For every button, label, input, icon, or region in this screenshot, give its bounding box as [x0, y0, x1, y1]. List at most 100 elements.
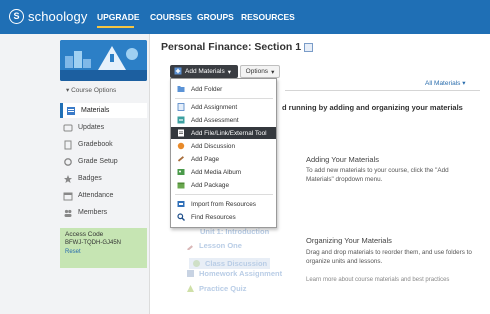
menu-item-label: Import from Resources — [191, 200, 256, 208]
sidebar-item-gradebook[interactable]: Gradebook — [60, 137, 147, 152]
organizing-materials-heading: Organizing Your Materials — [306, 236, 392, 245]
access-code-reset-link[interactable]: Reset — [65, 249, 142, 255]
menu-item-add-discussion[interactable]: Add Discussion — [171, 140, 276, 152]
page-icon — [177, 155, 185, 163]
sidebar-item-materials[interactable]: Materials — [60, 103, 147, 118]
ghost-quiz-icon — [187, 285, 194, 292]
top-navigation-bar: S schoology UPGRADE COURSES GROUPS RESOU… — [0, 0, 490, 34]
sidebar-item-label: Updates — [78, 124, 105, 131]
media-album-icon — [177, 168, 185, 176]
members-icon — [63, 208, 73, 218]
sidebar-item-label: Attendance — [78, 192, 114, 199]
menu-item-add-file-link[interactable]: Add File/Link/External Tool — [171, 127, 276, 139]
menu-item-import-resources[interactable]: Import from Resources — [171, 198, 276, 210]
ghost-folder-item: Unit 1: Introduction — [200, 227, 269, 236]
access-code-value: BFWJ-TQDH-GJ45N — [65, 240, 121, 246]
assignment-icon — [177, 103, 185, 111]
grade-setup-icon — [63, 157, 73, 167]
course-info-icon[interactable] — [304, 42, 314, 52]
logo-mark: S — [9, 9, 24, 24]
access-code-title: Access Code — [65, 231, 104, 238]
gradebook-icon — [63, 140, 73, 150]
menu-separator — [175, 98, 273, 99]
ghost-label: Homework Assignment — [199, 269, 283, 278]
menu-item-add-folder[interactable]: Add Folder — [171, 83, 276, 95]
content-divider — [285, 90, 480, 91]
ghost-quiz-item: Practice Quiz — [186, 284, 247, 293]
menu-item-label: Add Discussion — [191, 142, 236, 150]
nav-resources[interactable]: RESOURCES — [241, 12, 295, 22]
nav-groups[interactable]: GROUPS — [197, 12, 234, 22]
sidebar-item-grade-setup[interactable]: Grade Setup — [60, 154, 147, 169]
find-icon — [177, 213, 185, 221]
ghost-lesson-item: Lesson One — [186, 241, 242, 250]
badge-icon — [63, 174, 73, 184]
page-title: Personal Finance: Section 1 — [161, 41, 314, 53]
menu-item-find-resources[interactable]: Find Resources — [171, 211, 276, 223]
sidebar-item-label: Materials — [81, 107, 110, 114]
options-button[interactable]: Options ▾ — [240, 65, 280, 78]
add-materials-button[interactable]: Add Materials ▾ — [170, 65, 238, 78]
ghost-pencil-icon — [187, 245, 193, 250]
menu-item-add-package[interactable]: Add Package — [171, 179, 276, 191]
sidebar-item-label: Grade Setup — [78, 158, 118, 165]
organizing-materials-text: Drag and drop materials to reorder them,… — [306, 249, 472, 265]
options-label: Options — [245, 68, 269, 75]
learn-more-link[interactable]: Learn more about course materials and be… — [306, 277, 449, 283]
menu-item-label: Add Package — [191, 181, 230, 189]
menu-item-add-assessment[interactable]: Add Assessment — [171, 114, 276, 126]
menu-item-add-page[interactable]: Add Page — [171, 153, 276, 165]
all-materials-filter[interactable]: All Materials ▾ — [425, 79, 465, 87]
menu-item-label: Add Page — [191, 155, 220, 163]
menu-item-label: Add Assignment — [191, 103, 238, 111]
add-materials-icon — [174, 67, 182, 77]
schoology-logo[interactable]: S schoology — [9, 9, 87, 24]
attendance-icon — [63, 191, 73, 201]
sidebar-item-attendance[interactable]: Attendance — [60, 188, 147, 203]
chevron-down-icon: ▾ — [271, 68, 275, 76]
sidebar-item-label: Gradebook — [78, 141, 113, 148]
page-title-text: Personal Finance: Section 1 — [161, 41, 302, 53]
add-materials-dropdown: Add Folder Add Assignment Add Assessment… — [170, 78, 277, 228]
course-profile-image[interactable] — [60, 40, 147, 81]
sidebar-item-label: Badges — [78, 175, 102, 182]
ghost-label: Practice Quiz — [199, 284, 247, 293]
updates-icon — [63, 123, 73, 133]
sidebar-item-label: Members — [78, 209, 108, 216]
ghost-assignment-item: Homework Assignment — [186, 269, 282, 278]
menu-item-add-assignment[interactable]: Add Assignment — [171, 101, 276, 113]
import-icon — [177, 200, 185, 208]
ghost-discussion-icon — [193, 260, 200, 267]
course-options-toggle[interactable]: ▾ Course Options — [66, 86, 116, 94]
adding-materials-text: To add new materials to your course, cli… — [306, 167, 449, 183]
all-materials-label: All Materials — [425, 80, 461, 87]
ghost-label: Class Discussion — [205, 259, 268, 268]
menu-item-add-media-album[interactable]: Add Media Album — [171, 166, 276, 178]
sidebar-item-updates[interactable]: Updates — [60, 120, 147, 135]
nav-upgrade[interactable]: UPGRADE — [97, 12, 140, 22]
active-nav-underline — [97, 26, 134, 28]
nav-courses[interactable]: COURSES — [150, 12, 192, 22]
menu-separator — [175, 194, 273, 195]
materials-icon — [66, 106, 76, 116]
menu-item-label: Add Media Album — [191, 168, 242, 176]
ghost-dragging-item: Class Discussion — [189, 258, 271, 269]
logo-text: schoology — [28, 9, 88, 24]
access-code-box: Access Code BFWJ-TQDH-GJ45N Reset — [60, 228, 147, 268]
adding-materials-heading: Adding Your Materials — [306, 155, 379, 164]
ghost-assignment-icon — [187, 270, 194, 277]
add-materials-label: Add Materials — [185, 68, 225, 75]
sidebar-item-members[interactable]: Members — [60, 205, 147, 220]
folder-icon — [177, 85, 185, 93]
discussion-icon — [177, 142, 185, 150]
package-icon — [177, 181, 185, 189]
ghost-label: Lesson One — [199, 241, 242, 250]
ghost-label: Unit 1: Introduction — [200, 227, 270, 236]
sidebar-item-badges[interactable]: Badges — [60, 171, 147, 186]
menu-item-label: Add Assessment — [191, 116, 239, 124]
welcome-heading: d running by adding and organizing your … — [282, 103, 463, 112]
assessment-icon — [177, 116, 185, 124]
menu-item-label: Find Resources — [191, 213, 236, 221]
chevron-down-icon: ▾ — [462, 80, 466, 87]
menu-item-label: Add File/Link/External Tool — [191, 129, 267, 137]
